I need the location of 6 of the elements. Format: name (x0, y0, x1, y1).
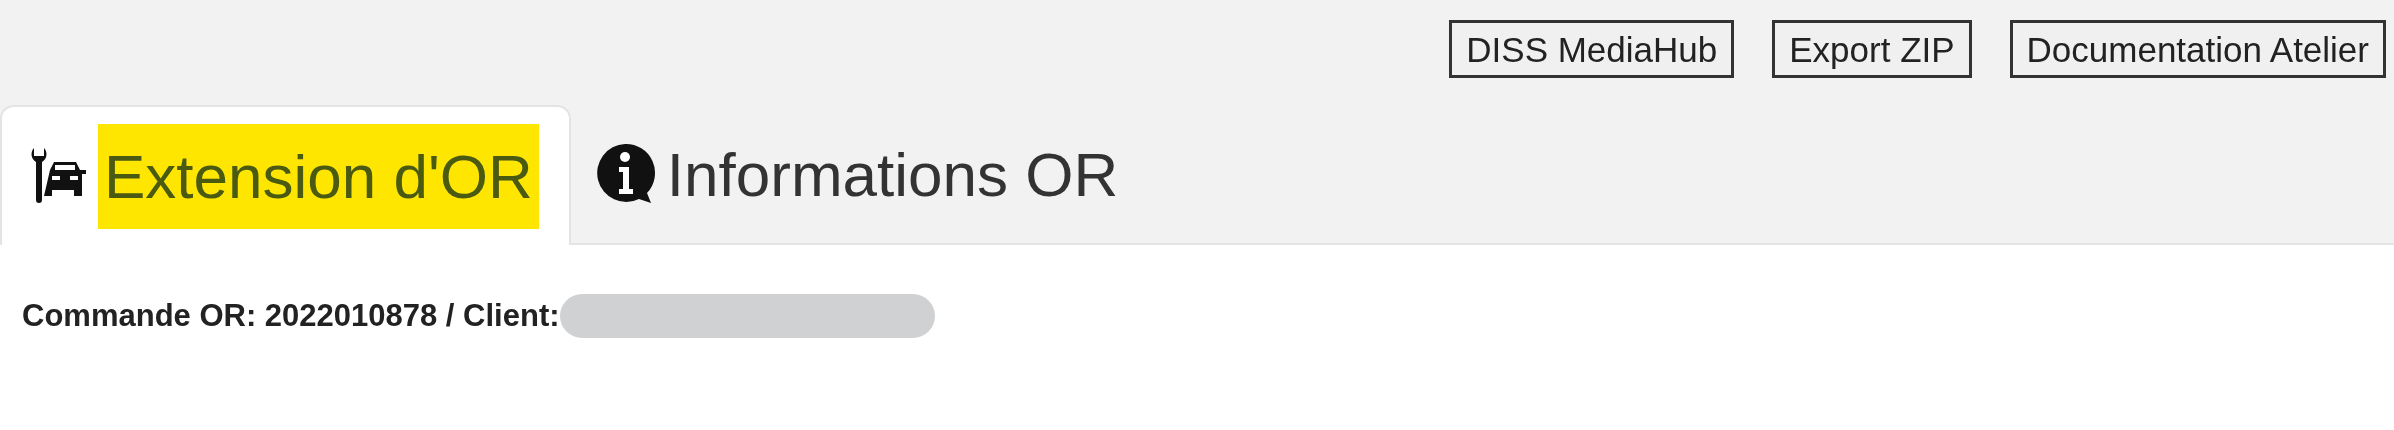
order-info-text: Commande OR: 2022010878 / Client: (22, 297, 560, 335)
toolbar-button[interactable]: DISS MediaHub (1449, 20, 1735, 78)
tab[interactable]: Extension d'OR (0, 105, 571, 245)
toolbar-button[interactable]: Documentation Atelier (2009, 20, 2386, 78)
toolbar-button[interactable]: Export ZIP (1772, 20, 1972, 78)
tab[interactable]: Informations OR (570, 105, 1149, 243)
